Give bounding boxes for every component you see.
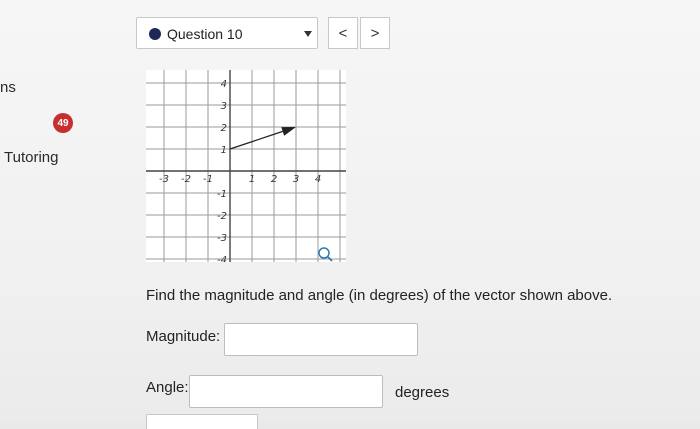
y-tick-label: 3: [221, 101, 227, 112]
vector-graph: 5-4-3-2-11234 4321-1-2-3-4: [146, 70, 346, 262]
page: ns 49 Tutoring Question 10 < > 5-4-3-2-1…: [0, 0, 700, 429]
x-tick-label: 3: [293, 174, 299, 185]
magnitude-input[interactable]: [224, 323, 418, 356]
notification-badge: 49: [53, 113, 73, 133]
y-tick-label: -4: [217, 255, 227, 262]
angle-units: degrees: [395, 384, 450, 401]
y-tick-label: 1: [221, 145, 227, 156]
question-select[interactable]: Question 10: [136, 17, 318, 49]
previous-question-button[interactable]: <: [328, 17, 358, 49]
chevron-down-icon: [304, 31, 312, 37]
question-prompt: Find the magnitude and angle (in degrees…: [146, 287, 613, 304]
chevron-left-icon: <: [338, 24, 348, 42]
magnitude-label: Magnitude:: [146, 328, 221, 345]
x-tick-label: -3: [159, 174, 169, 185]
x-tick-label: -1: [203, 174, 213, 185]
sidebar-clipped-item[interactable]: ns: [0, 79, 16, 96]
x-tick-label: -4: [146, 174, 147, 185]
next-question-button[interactable]: >: [360, 17, 390, 49]
x-tick-label: 1: [249, 174, 255, 185]
y-tick-label: 4: [221, 79, 227, 90]
x-tick-label: 2: [271, 174, 277, 185]
y-tick-label: -3: [217, 233, 227, 244]
chevron-right-icon: >: [370, 24, 380, 42]
y-tick-label: -2: [217, 211, 227, 222]
question-select-label: Question 10: [167, 26, 243, 42]
angle-label: Angle:: [146, 379, 189, 396]
angle-input[interactable]: [189, 375, 383, 408]
graph-background: [146, 70, 346, 262]
x-tick-label: -2: [181, 174, 191, 185]
y-tick-label: -1: [217, 189, 227, 200]
sidebar-item-tutoring[interactable]: Tutoring: [4, 149, 58, 166]
question-status-dot: [149, 28, 161, 40]
x-tick-label: 4: [315, 174, 321, 185]
y-tick-label: 2: [221, 123, 227, 134]
